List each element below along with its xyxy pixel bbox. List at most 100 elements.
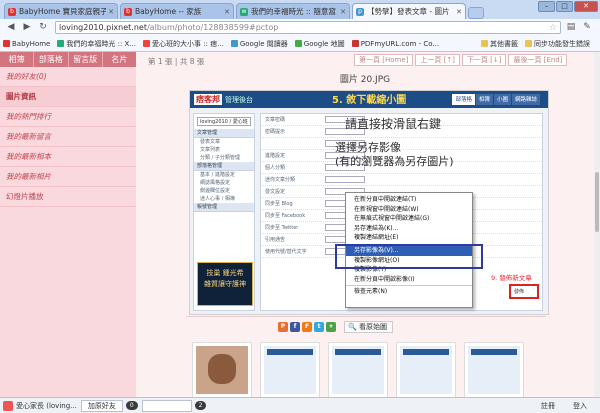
minimize-icon[interactable]: – <box>538 1 555 12</box>
bookmark-item[interactable]: Google 閱讀器 <box>230 39 288 49</box>
bookmark-icon <box>294 40 302 47</box>
tab-title: 我們的幸福時光 :: 隨意窩 <box>251 7 336 16</box>
close-tab-icon[interactable]: ✕ <box>456 8 462 16</box>
context-menu-item: 複製連結網址(E) <box>354 234 399 242</box>
view-original-label: 看原始圖 <box>358 323 387 331</box>
bookmark-label: 我們的幸福時光 :: X... <box>66 39 136 48</box>
nav-blog[interactable]: 部落格 <box>34 52 69 67</box>
bookmark-star-icon[interactable]: ☆ <box>549 23 557 33</box>
reload-icon[interactable]: ↻ <box>36 21 50 34</box>
sidebar-item[interactable]: 我的最新留言 <box>0 127 136 147</box>
sidebar-item[interactable]: 我的最新相本 <box>0 147 136 167</box>
photo-form-label: 同步至 Blog <box>265 201 293 207</box>
back-icon[interactable]: ◀ <box>4 21 18 34</box>
bookmark-folder[interactable]: 其他書籤 <box>481 39 518 49</box>
context-menu-item: 另存連結為(K)... <box>354 224 399 232</box>
share-icon[interactable]: + <box>326 322 336 332</box>
instruction-line-2: 選擇另存影像 <box>335 141 401 154</box>
facebook-icon[interactable]: f <box>290 322 300 332</box>
photo-header: 痞客邦 管理後台 5. 敘下載縮小圖 部落格 相簿 小圖 網路雜誌 <box>190 91 548 108</box>
browser-chrome: b BabyHome 寶貝家庭親子網 ✕ b BabyHome -- 家族 ✕ w 我們的… <box>0 0 600 52</box>
bookmark-item[interactable]: 我們的幸福時光 :: X... <box>57 39 136 49</box>
thumbnail[interactable] <box>464 342 524 397</box>
register-link[interactable]: 註冊 <box>541 401 555 411</box>
photo-form-label: 引用通告 <box>265 237 286 243</box>
thumbnail-strip <box>192 342 524 397</box>
count-badge: 2 <box>194 401 207 410</box>
photo-form-label: 同步至 Twitter <box>265 225 299 231</box>
divider <box>186 316 546 317</box>
sidebar-item[interactable]: 我的好友(0) <box>0 67 136 87</box>
last-page-button[interactable]: 最後一頁 [End] <box>508 54 568 66</box>
browser-tab[interactable]: b BabyHome -- 家族 ✕ <box>120 3 234 19</box>
photo-image[interactable]: 痞客邦 管理後台 5. 敘下載縮小圖 部落格 相簿 小圖 網路雜誌 loving201… <box>189 90 549 315</box>
photo-tab: 網路雜誌 <box>511 94 540 105</box>
nav-profile[interactable]: 名片 <box>103 52 136 67</box>
photo-form-label: 迷你文章分類 <box>265 177 296 183</box>
bookmark-item[interactable]: Google 地圖 <box>294 39 345 49</box>
photo-sidebar-item: 發表文章 <box>200 139 221 145</box>
bookmark-item[interactable]: BabyHome <box>3 40 50 48</box>
favicon-icon: w <box>240 7 248 16</box>
thumbnail[interactable] <box>328 342 388 397</box>
sidebar-item[interactable]: 我的最新相片 <box>0 167 136 187</box>
status-bar: 愛心家長 (loving... 加原好友 0 2 註冊 登入 <box>0 397 600 413</box>
maximize-icon[interactable]: □ <box>556 1 573 12</box>
browser-tab[interactable]: b BabyHome 寶貝家庭親子網 ✕ <box>4 3 118 19</box>
tab-title: BabyHome 寶貝家庭親子網 <box>19 7 107 16</box>
wrench-icon[interactable]: ✎ <box>580 21 594 34</box>
context-menu-item: 在新分頁中開啟連結(T) <box>354 196 417 203</box>
nav-album[interactable]: 相簿 <box>0 52 35 67</box>
sidebar-item[interactable]: 我的熱門排行 <box>0 107 136 127</box>
tab-strip: b BabyHome 寶貝家庭親子網 ✕ b BabyHome -- 家族 ✕ w 我們的… <box>4 3 484 19</box>
address-bar[interactable]: loving2010.pixnet.net/album/photo/128838… <box>55 21 561 34</box>
funp-icon[interactable]: F <box>302 322 312 332</box>
forward-icon[interactable]: ▶ <box>20 21 34 34</box>
bookmark-icon <box>3 40 10 47</box>
close-window-icon[interactable]: ✕ <box>574 1 598 12</box>
nav-guestbook[interactable]: 留言版 <box>69 52 103 67</box>
highlight-frame <box>335 244 483 269</box>
browser-tab[interactable]: w 我們的幸福時光 :: 隨意窩 ✕ <box>236 3 350 19</box>
bookmarks-bar: BabyHome 我們的幸福時光 :: X... 愛心班的大小事 :: 痞... Go… <box>0 36 600 52</box>
thumbnail[interactable] <box>396 342 456 397</box>
page-menu-icon[interactable]: ▤ <box>564 21 578 34</box>
first-page-button[interactable]: 第一頁 [Home] <box>354 54 414 66</box>
photo-tab: 部落格 <box>452 94 475 105</box>
close-tab-icon[interactable]: ✕ <box>224 8 230 16</box>
sidebar-item[interactable]: 圖片資訊 <box>0 87 136 107</box>
prev-page-button[interactable]: 上一頁 [↑] <box>415 54 460 66</box>
twitter-icon[interactable]: t <box>314 322 324 332</box>
instruction-line-1: 請直接按滑鼠右鍵 <box>345 117 442 131</box>
status-user[interactable]: 愛心家長 (loving... <box>16 401 77 411</box>
plurk-icon[interactable]: P <box>278 322 288 332</box>
scrollbar[interactable] <box>594 52 600 397</box>
photo-tabs: 部落格 相簿 小圖 網路雜誌 <box>452 94 540 105</box>
close-tab-icon[interactable]: ✕ <box>340 8 346 16</box>
step9-label: 9. 發佈新文章 <box>491 274 532 282</box>
menu-separator <box>346 285 472 287</box>
next-page-button[interactable]: 下一頁 [↓] <box>461 54 507 66</box>
new-tab-button[interactable] <box>468 7 484 19</box>
photo-sidebar-header: 帳號管理 <box>194 203 254 212</box>
add-friend-button[interactable]: 加原好友 <box>80 399 123 412</box>
context-menu-item: 在無痕式視窗中開啟連結(G) <box>354 215 430 223</box>
bookmark-folder[interactable]: 同步功能發生錯誤 <box>525 39 590 49</box>
browser-tab-active[interactable]: p 【勢擘】發表文章 - 圖片 ✕ <box>352 3 466 19</box>
context-menu-item: 檢查元素(N) <box>354 288 388 296</box>
status-blank-box <box>141 399 192 412</box>
sidebar-item[interactable]: 幻燈片播放 <box>0 187 136 207</box>
close-tab-icon[interactable]: ✕ <box>108 8 114 16</box>
bookmark-item[interactable]: 愛心班的大小事 :: 痞... <box>143 39 224 49</box>
user-icon <box>3 400 13 411</box>
photo-sidebar-item: 基本 / 進階設定 <box>200 172 235 178</box>
bookmark-item[interactable]: PDFmyURL.com - Co... <box>351 40 439 48</box>
view-original-button[interactable]: 🔍 看原始圖 <box>344 321 393 333</box>
tab-title: BabyHome -- 家族 <box>135 7 202 16</box>
login-link[interactable]: 登入 <box>573 401 587 411</box>
bookmarks-right: 其他書籤 同步功能發生錯誤 <box>481 39 597 49</box>
bookmark-label: Google 閱讀器 <box>239 39 288 48</box>
pager: 第一頁 [Home] 上一頁 [↑] 下一頁 [↓] 最後一頁 [End] <box>354 54 568 66</box>
thumbnail[interactable] <box>192 342 252 397</box>
thumbnail[interactable] <box>260 342 320 397</box>
